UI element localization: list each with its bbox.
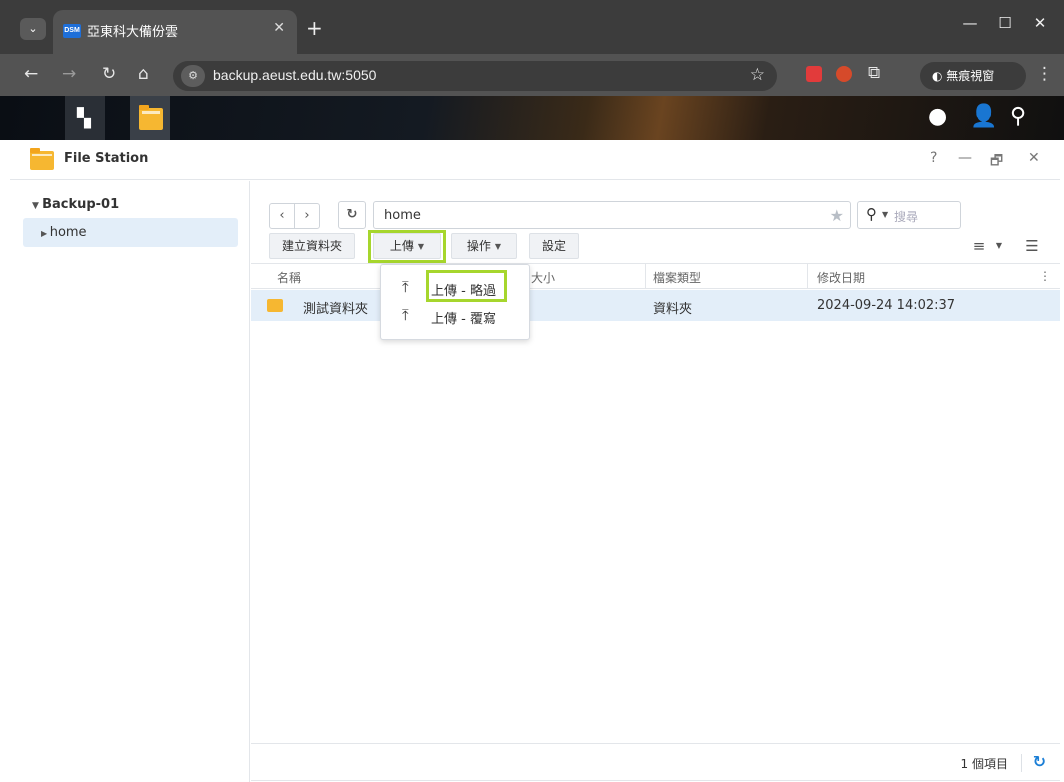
status-bar: 1 個項目 ↻ (251, 743, 1060, 781)
status-refresh-icon[interactable]: ↻ (1033, 752, 1046, 771)
col-type[interactable]: 檔案類型 (653, 269, 701, 286)
search-magnifier-icon[interactable]: ⚲ (866, 205, 877, 223)
back-button[interactable]: ‹ (269, 203, 295, 229)
window-header: File Station ? — 🗗 ✕ (10, 140, 1060, 180)
incognito-icon: ◐ (932, 69, 947, 83)
extension-red-icon[interactable] (806, 66, 822, 82)
browser-maximize-button[interactable]: ☐ (990, 14, 1020, 32)
status-separator (1021, 754, 1022, 772)
home-icon[interactable]: ⌂ (138, 64, 149, 84)
extension-hand-icon[interactable] (836, 66, 852, 82)
search-icon[interactable]: ⚲ (1010, 104, 1026, 129)
file-station-window: File Station ? — 🗗 ✕ ▼ Backup-01 ▶ home … (10, 140, 1060, 782)
forward-button[interactable]: › (294, 203, 320, 229)
upload-arrow-icon: ⤒ (402, 278, 409, 296)
extensions-puzzle-icon[interactable]: ⧉ (868, 63, 880, 83)
minimize-button[interactable]: — (958, 150, 972, 166)
browser-tab[interactable]: DSM 亞東科大備份雲 ✕ (53, 10, 297, 54)
url-text: backup.aeust.edu.tw:5050 (213, 67, 377, 83)
user-icon[interactable]: 👤 (970, 104, 997, 129)
tab-close-icon[interactable]: ✕ (273, 20, 285, 36)
help-button[interactable]: ? (930, 150, 937, 166)
cell-modified: 2024-09-24 14:02:37 (817, 298, 956, 313)
cell-name: 測試資料夾 (303, 302, 369, 317)
view-options-caret-icon[interactable]: ▼ (991, 233, 1007, 259)
browser-minimize-button[interactable]: — (955, 14, 985, 32)
browser-tab-bar: ⌄ DSM 亞東科大備份雲 ✕ + — ☐ ✕ (0, 0, 1064, 54)
list-view-icon[interactable]: ≡ (967, 233, 991, 259)
col-separator (645, 264, 646, 289)
folder-tree: ▼ Backup-01 ▶ home (10, 181, 250, 782)
folder-icon (267, 299, 283, 312)
action-caret-icon: ▼ (494, 241, 502, 251)
col-separator (807, 264, 808, 289)
close-button[interactable]: ✕ (1028, 150, 1040, 166)
restore-button[interactable]: 🗗 (990, 150, 1003, 174)
upload-highlight-box (368, 230, 446, 263)
refresh-button[interactable]: ↻ (338, 201, 366, 229)
favorite-star-icon[interactable]: ★ (830, 206, 844, 225)
tree-item-label: ▶ home (41, 225, 87, 240)
col-modified[interactable]: 修改日期 (817, 269, 865, 286)
notifications-chat-icon[interactable]: ● (928, 104, 947, 129)
settings-button[interactable]: 設定 (529, 233, 579, 259)
reload-icon[interactable]: ↻ (102, 64, 116, 84)
incognito-label: 無痕視窗 (946, 69, 995, 83)
dsm-taskbar: ▚ ● 👤 ⚲ (0, 96, 1064, 140)
col-name[interactable]: 名稱 (277, 269, 301, 286)
path-text: home (384, 208, 421, 223)
taskbar-file-station-button[interactable] (130, 96, 170, 140)
menu-item-upload-overwrite[interactable]: ⤒ 上傳 - 覆寫 (381, 301, 531, 331)
file-station-app-icon (30, 148, 54, 170)
upload-arrow-icon: ⤒ (402, 306, 409, 324)
upload-skip-highlight-box (426, 270, 507, 302)
action-button[interactable]: 操作 ▼ (451, 233, 517, 259)
browser-toolbar: ← → ↻ ⌂ ⚙ backup.aeust.edu.tw:5050 ☆ ⧉ ◐… (0, 54, 1064, 96)
column-options-icon[interactable]: ⋮ (1039, 269, 1051, 283)
dsm-main-menu-button[interactable]: ▚ (65, 96, 105, 140)
col-size[interactable]: 大小 (531, 269, 555, 286)
new-tab-button[interactable]: + (306, 16, 323, 40)
main-menu-grid-icon: ▚ (77, 108, 91, 129)
tree-root[interactable]: ▼ Backup-01 (32, 197, 119, 212)
table-row[interactable]: 測試資料夾 資料夾 2024-09-24 14:02:37 (251, 290, 1060, 321)
caret-right-icon[interactable]: ▶ (41, 229, 50, 238)
sort-icon[interactable]: ☰ (1019, 233, 1045, 259)
upload-dropdown-menu: ⤒ 上傳 - 略過 ⤒ 上傳 - 覆寫 (380, 264, 530, 340)
address-bar[interactable]: ⚙ backup.aeust.edu.tw:5050 ☆ (173, 61, 777, 91)
caret-down-icon[interactable]: ▼ (32, 201, 42, 211)
bookmark-star-icon[interactable]: ☆ (750, 65, 765, 85)
table-header: 名稱 大小 檔案類型 修改日期 ⋮ (251, 263, 1060, 289)
tree-item-home[interactable]: ▶ home (23, 218, 238, 247)
item-count: 1 個項目 (960, 757, 1008, 771)
window-title: File Station (64, 151, 149, 166)
file-list-pane: ‹ › ↻ home ★ ⚲ ▼ 搜尋 建立資料夾 上傳 ▼ 操作 ▼ 設定 ≡ ▼… (251, 181, 1060, 782)
browser-close-button[interactable]: ✕ (1025, 14, 1055, 32)
file-station-taskbar-icon (139, 105, 163, 130)
search-placeholder: 搜尋 (894, 210, 919, 224)
menu-item-label: 上傳 - 覆寫 (431, 312, 496, 327)
site-info-icon[interactable]: ⚙ (181, 65, 205, 87)
browser-menu-icon[interactable]: ⋮ (1036, 64, 1053, 84)
action-button-label: 操作 (466, 239, 491, 253)
tab-title: 亞東科大備份雲 (87, 25, 179, 40)
back-arrow-icon[interactable]: ← (24, 64, 38, 84)
incognito-indicator[interactable]: ◐ 無痕視窗 (920, 62, 1026, 90)
forward-arrow-icon[interactable]: → (62, 64, 76, 84)
tree-item-home-label: home (49, 225, 87, 240)
path-bar[interactable]: home ★ (373, 201, 851, 229)
search-input[interactable]: ⚲ ▼ 搜尋 (857, 201, 961, 229)
create-folder-button[interactable]: 建立資料夾 (269, 233, 355, 259)
tree-root-label: Backup-01 (42, 197, 120, 212)
search-options-caret-icon[interactable]: ▼ (882, 210, 888, 219)
cell-type: 資料夾 (653, 302, 693, 317)
tab-search-button[interactable]: ⌄ (20, 18, 46, 40)
dsm-favicon-icon: DSM (63, 24, 81, 38)
